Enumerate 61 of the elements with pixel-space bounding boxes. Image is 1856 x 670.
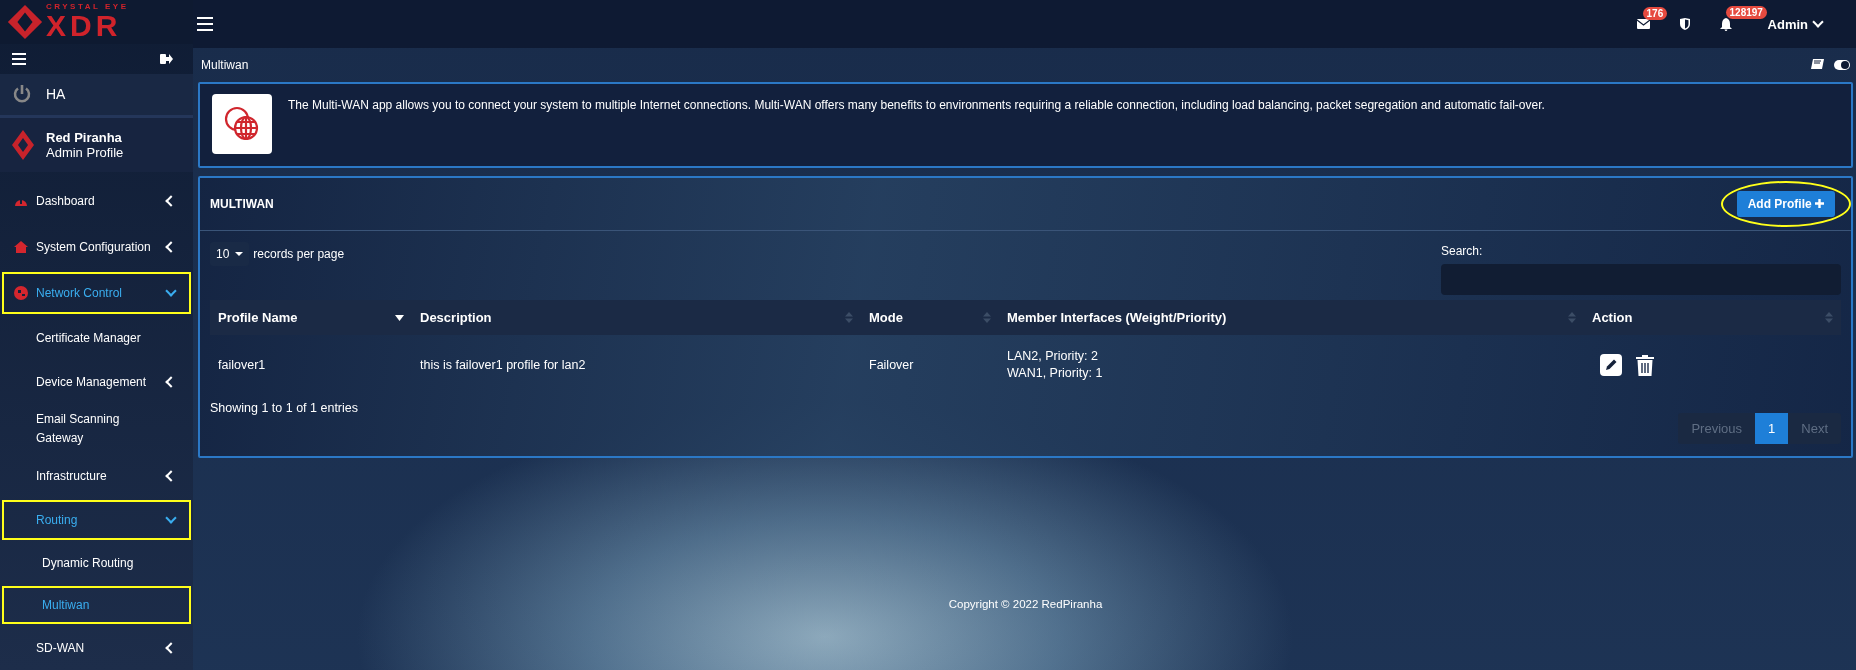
sort-icon [983,312,991,323]
nav-item[interactable]: Dashboard [2,180,191,222]
nav-item[interactable]: Certificate Manager [2,318,191,358]
column-header[interactable]: Member Interfaces (Weight/Priority) [999,300,1584,335]
add-profile-button[interactable]: Add Profile [1736,191,1835,217]
ha-label: HA [46,86,66,103]
search-field[interactable] [1441,264,1841,295]
plus-icon [1815,199,1824,208]
edit-icon[interactable] [1600,354,1622,376]
trash-icon[interactable] [1636,354,1654,376]
notification-badge: 128197 [1725,5,1767,19]
logout-icon[interactable] [160,53,173,66]
intro-text: The Multi-WAN app allows you to connect your system to multiple Internet connections. Multi-WAN offers many benefits to environments requiring a reliable connection, including load balancing, packet segregation and automatic fail-over. [288,97,1545,113]
globe-app-icon [212,94,272,154]
logo-icon [6,3,44,42]
nav-item[interactable]: Routing [2,500,191,540]
nav-item[interactable]: Email Scanning Gateway [2,406,191,452]
sort-descending-icon [395,314,404,321]
globe-icon [14,286,28,300]
table-cell: Failover [861,335,999,395]
nav-item[interactable]: Infrastructure [2,456,191,496]
sort-icon [845,312,853,323]
nav-item[interactable]: Multiwan [2,586,191,624]
entries-info: Showing 1 to 1 of 1 entries [210,401,358,415]
panel-title: MULTIWAN [210,197,274,211]
profile-role: Admin Profile [46,144,124,160]
table-cell: failover1 [210,335,412,395]
mail-icon[interactable] [1636,19,1650,29]
nav-item[interactable]: Network Control [2,272,191,314]
nav-item[interactable]: SD-WAN [2,628,191,668]
page-size-select[interactable]: 10 [210,242,250,266]
copyright-text: Copyright © 2022 RedPiranha [947,598,1104,610]
notification-badge: 176 [1642,7,1668,20]
pagination-button[interactable]: 1 [1755,413,1789,444]
nav-item[interactable]: System Configuration [2,226,191,268]
logo-wordmark: XDR [46,11,123,42]
column-header[interactable]: Profile Name [210,300,412,335]
table-cell: this is failover1 profile for lan2 [412,335,861,395]
logo-tagline: CRYSTAL EYE [46,3,129,12]
search-label: Search: [1441,244,1484,258]
toggle-switch[interactable] [1834,60,1850,70]
member-interface: LAN2, Priority: 2 [1007,348,1099,365]
profile-logo-icon [12,129,34,160]
page-size-label: records per page [253,247,345,261]
member-interface: WAN1, Priority: 1 [1007,365,1104,382]
nav-item[interactable]: Dynamic Routing [2,544,191,582]
shield-icon[interactable] [1679,18,1690,30]
power-icon[interactable] [12,84,32,105]
menu-icon[interactable] [12,53,26,66]
house-icon [14,241,28,253]
column-header[interactable]: Description [412,300,861,335]
profile-name: Red Piranha [46,129,123,145]
menu-icon[interactable] [197,17,213,31]
sort-icon [1825,312,1833,323]
nav-item[interactable]: Device Management [2,362,191,402]
column-header[interactable]: Mode [861,300,999,335]
bell-icon[interactable] [1719,17,1732,31]
sort-icon [1568,312,1576,323]
book-icon[interactable] [1811,59,1824,71]
column-header[interactable]: Action [1584,300,1841,335]
page-title: Multiwan [201,58,249,72]
